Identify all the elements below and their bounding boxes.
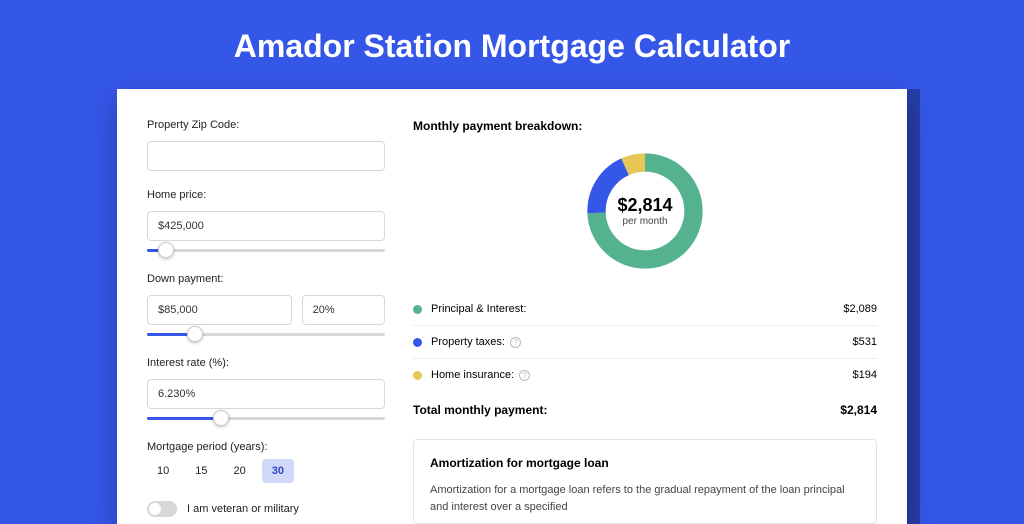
info-icon[interactable]: ? — [519, 370, 530, 381]
zip-input[interactable] — [147, 141, 385, 171]
rate-slider-thumb[interactable] — [213, 410, 229, 426]
down-slider-thumb[interactable] — [187, 326, 203, 342]
price-label: Home price: — [147, 189, 385, 201]
period-btn-30[interactable]: 30 — [262, 459, 294, 483]
amort-title: Amortization for mortgage loan — [430, 456, 860, 470]
total-value: $2,814 — [840, 403, 877, 417]
down-slider[interactable] — [147, 327, 385, 343]
breakdown-title: Monthly payment breakdown: — [413, 119, 877, 133]
rate-slider[interactable] — [147, 411, 385, 427]
legend-name: Home insurance: — [431, 369, 514, 381]
zip-label: Property Zip Code: — [147, 119, 385, 131]
legend-value: $194 — [853, 369, 877, 381]
legend-value: $2,089 — [843, 303, 877, 315]
legend-name: Principal & Interest: — [431, 303, 526, 315]
donut-amount: $2,814 — [617, 195, 672, 216]
down-percent-input[interactable] — [302, 295, 385, 325]
price-slider[interactable] — [147, 243, 385, 259]
price-input[interactable] — [147, 211, 385, 241]
legend-name: Property taxes: — [431, 336, 505, 348]
info-icon[interactable]: ? — [510, 337, 521, 348]
rate-label: Interest rate (%): — [147, 357, 385, 369]
down-field: Down payment: — [147, 273, 385, 325]
veteran-row: I am veteran or military — [147, 501, 385, 517]
legend-row-1: Property taxes:? $531 — [413, 326, 877, 359]
period-btn-20[interactable]: 20 — [224, 459, 256, 483]
legend: Principal & Interest: $2,089 Property taxe… — [413, 293, 877, 391]
price-slider-thumb[interactable] — [158, 242, 174, 258]
calculator-card: Property Zip Code: Home price: Down paym… — [117, 89, 907, 524]
period-btn-10[interactable]: 10 — [147, 459, 179, 483]
legend-row-2: Home insurance:? $194 — [413, 359, 877, 391]
down-amount-input[interactable] — [147, 295, 292, 325]
rate-field: Interest rate (%): — [147, 357, 385, 409]
period-options: 1015 2030 — [147, 459, 385, 483]
total-row: Total monthly payment: $2,814 — [413, 391, 877, 433]
down-label: Down payment: — [147, 273, 385, 285]
veteran-label: I am veteran or military — [187, 503, 299, 515]
page-title: Amador Station Mortgage Calculator — [0, 0, 1024, 89]
total-label: Total monthly payment: — [413, 403, 547, 417]
donut-chart: $2,814 per month — [581, 147, 709, 275]
donut-sub: per month — [622, 216, 667, 227]
legend-value: $531 — [853, 336, 877, 348]
price-field: Home price: — [147, 189, 385, 241]
amortization-box: Amortization for mortgage loan Amortizat… — [413, 439, 877, 524]
rate-slider-fill — [147, 417, 221, 420]
swatch-icon — [413, 338, 422, 347]
swatch-icon — [413, 371, 422, 380]
rate-input[interactable] — [147, 379, 385, 409]
donut-wrap: $2,814 per month — [413, 147, 877, 275]
zip-field: Property Zip Code: — [147, 119, 385, 171]
legend-row-0: Principal & Interest: $2,089 — [413, 293, 877, 326]
inputs-column: Property Zip Code: Home price: Down paym… — [147, 119, 385, 524]
veteran-toggle[interactable] — [147, 501, 177, 517]
period-field: Mortgage period (years): 1015 2030 — [147, 441, 385, 483]
period-btn-15[interactable]: 15 — [185, 459, 217, 483]
amort-text: Amortization for a mortgage loan refers … — [430, 482, 860, 515]
period-label: Mortgage period (years): — [147, 441, 385, 453]
swatch-icon — [413, 305, 422, 314]
breakdown-column: Monthly payment breakdown: $2,814 per mo… — [413, 119, 877, 524]
